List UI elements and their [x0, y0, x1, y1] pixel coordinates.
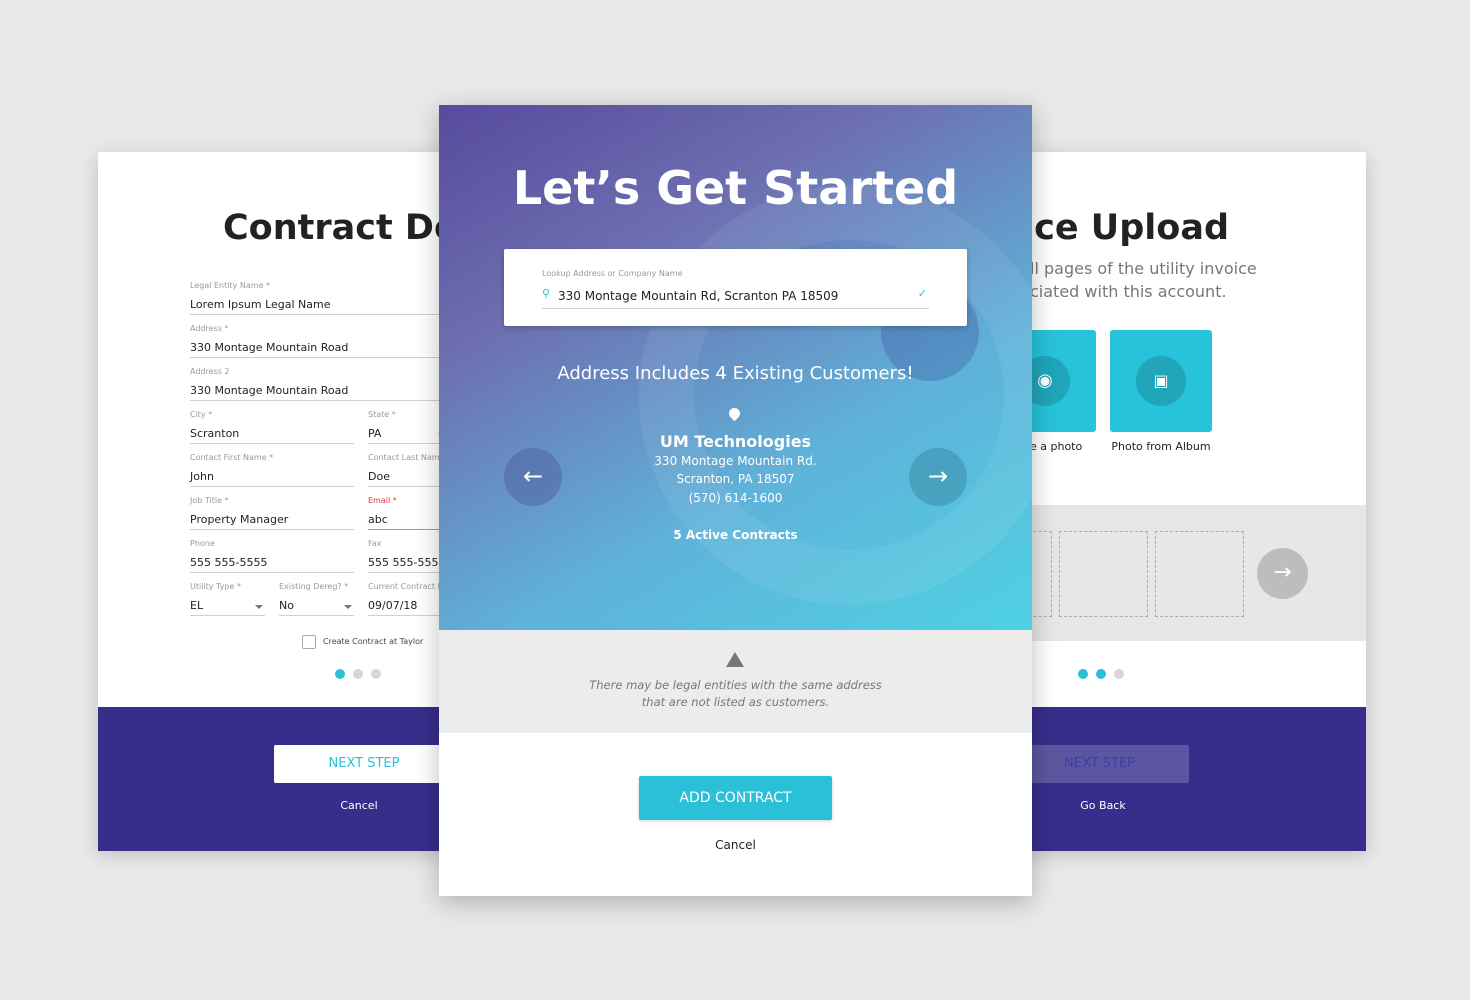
next-customer-button[interactable]: →: [909, 448, 967, 506]
chevron-down-icon: [255, 605, 263, 609]
field-label: City *: [190, 410, 213, 419]
field-label: Email *: [368, 496, 397, 505]
field-label: Utility Type *: [190, 582, 241, 591]
subtitle: ll pages of the utility invoice: [1030, 259, 1257, 278]
next-step-button-disabled[interactable]: NEXT STEP: [1010, 745, 1189, 783]
arrow-right-button[interactable]: →: [1257, 548, 1308, 599]
field-label: Existing Dereg? *: [279, 582, 349, 591]
dereg-value: No: [279, 599, 294, 612]
checkbox-label: Create Contract at Taylor: [323, 637, 424, 646]
warning-icon: [726, 652, 744, 667]
chevron-down-icon: [344, 605, 352, 609]
field-label: Address 2: [190, 367, 230, 376]
previous-customer-button[interactable]: ←: [504, 448, 562, 506]
upload-slot[interactable]: [1155, 531, 1244, 617]
photo-album-label: Photo from Album: [1111, 440, 1211, 453]
cancel-link[interactable]: Cancel: [439, 838, 1032, 852]
photo-album-button[interactable]: ▣: [1110, 330, 1212, 432]
lookup-input[interactable]: ⚲ 330 Montage Mountain Rd, Scranton PA 1…: [542, 287, 929, 309]
dereg-select[interactable]: No: [279, 599, 354, 616]
take-photo-label: e a photo: [1030, 440, 1083, 453]
page-title: Contract Det: [223, 208, 475, 248]
utility-type-value: EL: [190, 599, 204, 612]
field-label: State *: [368, 410, 396, 419]
search-icon: ⚲: [542, 287, 551, 300]
page-title: oice Upload: [998, 208, 1229, 248]
job-title-input[interactable]: Property Manager: [190, 513, 354, 530]
go-back-link[interactable]: Go Back: [1018, 799, 1188, 812]
first-name-input[interactable]: John: [190, 470, 354, 487]
image-icon: ▣: [1136, 356, 1186, 406]
step-dot: [371, 669, 381, 679]
step-dot: [1114, 669, 1124, 679]
utility-type-select[interactable]: EL: [190, 599, 265, 616]
field-label: Job Title *: [190, 496, 229, 505]
step-dot-active: [335, 669, 345, 679]
step-dot-active: [1096, 669, 1106, 679]
next-step-button[interactable]: NEXT STEP: [274, 745, 454, 783]
field-label: Contact Last Name: [368, 453, 445, 462]
city-input[interactable]: Scranton: [190, 427, 354, 444]
check-icon: ✓: [917, 287, 927, 300]
warning-section: There may be legal entities with the sam…: [439, 630, 1032, 733]
phone-input[interactable]: 555 555-5555: [190, 556, 354, 573]
step-dot: [353, 669, 363, 679]
field-label: Phone: [190, 539, 215, 548]
lookup-label: Lookup Address or Company Name: [542, 269, 683, 278]
hero: Let’s Get Started Lookup Address or Comp…: [439, 105, 1032, 630]
cancel-link[interactable]: Cancel: [274, 799, 444, 812]
page-title: Let’s Get Started: [512, 161, 959, 215]
get-started-card: Let’s Get Started Lookup Address or Comp…: [439, 105, 1032, 896]
field-label: Current Contract E: [368, 582, 443, 591]
field-label: Contact First Name *: [190, 453, 274, 462]
lookup-value: 330 Montage Mountain Rd, Scranton PA 185…: [558, 289, 839, 303]
customers-headline: Address Includes 4 Existing Customers!: [557, 363, 914, 384]
state-value: PA: [368, 427, 382, 440]
active-contracts: 5 Active Contracts: [673, 528, 798, 542]
upload-slot[interactable]: [1059, 531, 1148, 617]
warning-text: There may be legal entities with the sam…: [589, 678, 882, 709]
lookup-box: Lookup Address or Company Name ⚲ 330 Mon…: [504, 249, 967, 326]
field-label: Address *: [190, 324, 229, 333]
create-contract-checkbox[interactable]: [302, 635, 316, 649]
subtitle: ciated with this account.: [1030, 282, 1227, 301]
field-label: Legal Entity Name *: [190, 281, 271, 290]
decorative-ring: [639, 185, 1032, 605]
state-select[interactable]: PA: [368, 427, 448, 444]
step-dot-active: [1078, 669, 1088, 679]
field-label: Fax: [368, 539, 382, 548]
add-contract-button[interactable]: ADD CONTRACT: [639, 776, 832, 820]
